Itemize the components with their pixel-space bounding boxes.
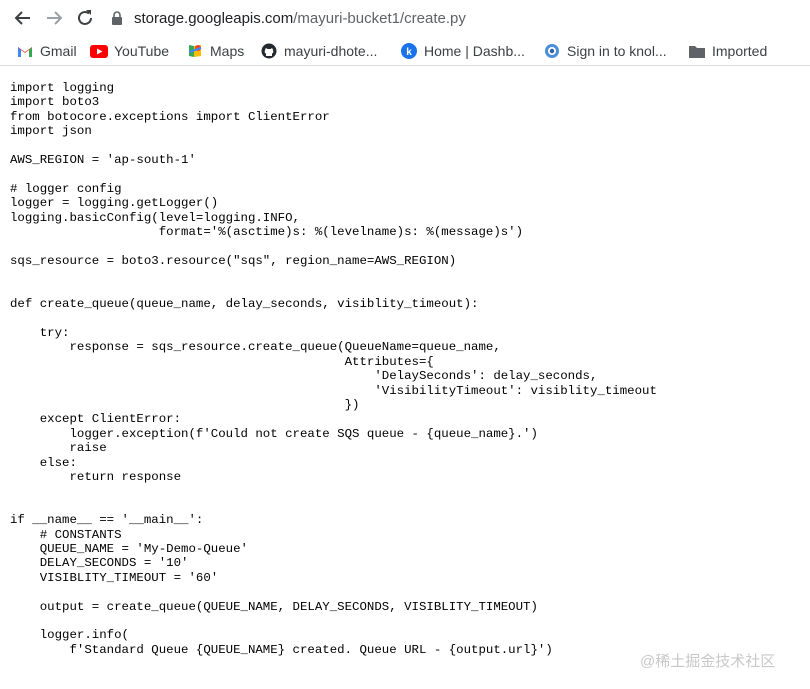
watermark-text: @稀土掘金技术社区 [640,653,776,670]
bookmark-label: Home | Dashb... [424,43,525,59]
browser-toolbar: storage.googleapis.com/mayuri-bucket1/cr… [0,0,810,36]
bookmark-label: Sign in to knol... [567,43,667,59]
svg-text:k: k [406,47,412,58]
maps-icon [186,42,204,60]
url-text: storage.googleapis.com/mayuri-bucket1/cr… [134,10,466,27]
folder-icon [688,42,706,60]
bookmark-label: Maps [210,43,245,59]
lock-icon[interactable] [106,6,128,30]
bookmarks-bar: Gmail YouTube Maps mayuri-dhote... k Hom… [0,36,810,66]
bookmark-label: YouTube [114,43,170,59]
bookmark-gmail[interactable]: Gmail [16,40,77,62]
bookmark-label: Imported [712,43,768,59]
bookmark-label: Gmail [40,43,77,59]
watermark: @稀土掘金技术社区 [640,650,775,671]
gmail-icon [16,42,34,60]
back-button[interactable] [11,6,35,30]
url-path: /mayuri-bucket1/create.py [293,9,466,27]
bookmark-github[interactable]: mayuri-dhote... [260,40,377,62]
forward-button[interactable] [42,6,66,30]
bookmark-folder-imported[interactable]: Imported [688,40,767,62]
address-bar[interactable]: storage.googleapis.com/mayuri-bucket1/cr… [106,2,806,34]
github-icon [260,42,278,60]
arrow-right-icon [47,11,63,25]
bookmark-youtube[interactable]: YouTube [90,40,169,62]
bookmark-label: mayuri-dhote... [284,43,378,59]
bookmark-home-dashboard[interactable]: k Home | Dashb... [400,40,525,62]
arrow-left-icon [14,11,30,25]
knoldus-icon [543,42,561,60]
reload-icon [78,10,92,25]
bookmark-maps[interactable]: Maps [186,40,244,62]
knolyx-icon: k [400,42,418,60]
youtube-icon [90,42,108,60]
reload-button[interactable] [73,6,97,30]
url-host: storage.googleapis.com [134,9,294,27]
bookmark-sign-in-knoldus[interactable]: Sign in to knol... [543,40,667,62]
python-source-code: import logging import boto3 from botocor… [10,81,657,657]
